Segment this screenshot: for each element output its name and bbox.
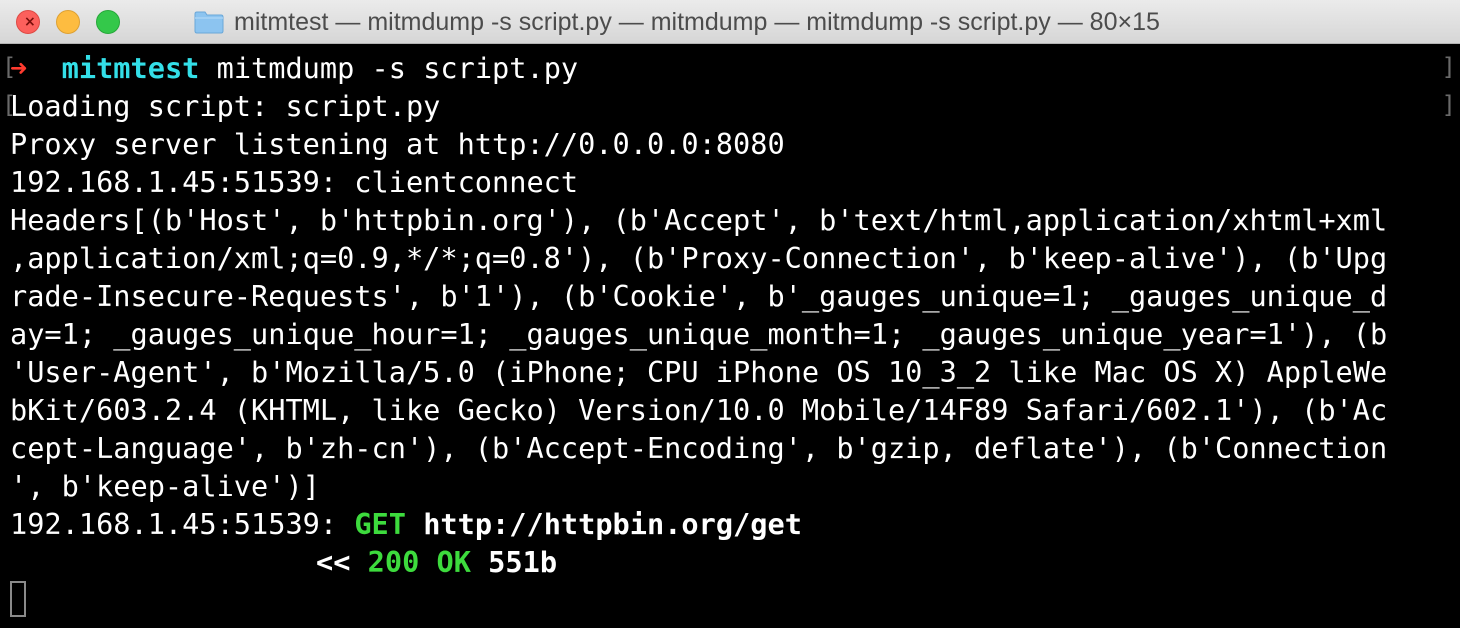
terminal-cursor	[10, 581, 26, 617]
terminal-content[interactable]: [ ] [ ] ➜ mitmtest mitmdump -s script.py…	[0, 45, 1460, 628]
prompt-arrow-icon: ➜	[10, 51, 28, 85]
output-headers-line: Headers[(b'Host', b'httpbin.org'), (b'Ac…	[10, 203, 1388, 237]
output-headers-line: 'User-Agent', b'Mozilla/5.0 (iPhone; CPU…	[10, 355, 1388, 389]
output-headers-line: ', b'keep-alive')]	[10, 469, 320, 503]
output-headers-line: cept-Language', b'zh-cn'), (b'Accept-Enc…	[10, 431, 1388, 465]
response-status: 200 OK	[367, 545, 471, 579]
prompt-line: ➜ mitmtest mitmdump -s script.py	[10, 49, 578, 87]
close-x-icon: ×	[24, 14, 36, 30]
output-headers-line: ay=1; _gauges_unique_hour=1; _gauges_uni…	[10, 317, 1388, 351]
zoom-button[interactable]	[96, 10, 120, 34]
output-clientconnect: 192.168.1.45:51539: clientconnect	[10, 165, 579, 199]
terminal-window: × mitmtest — mitmdump -s script.py — mit…	[0, 0, 1460, 628]
title-bar[interactable]: × mitmtest — mitmdump -s script.py — mit…	[0, 0, 1460, 44]
request-method: GET	[354, 507, 406, 541]
output-headers-line: ,application/xml;q=0.9,*/*;q=0.8'), (b'P…	[10, 241, 1388, 275]
output-headers-line: bKit/603.2.4 (KHTML, like Gecko) Version…	[10, 393, 1388, 427]
prompt-directory: mitmtest	[61, 51, 200, 85]
selection-bracket-right: ]	[1441, 53, 1456, 81]
close-button[interactable]: ×	[16, 10, 40, 34]
output-headers-line: rade-Insecure-Requests', b'1'), (b'Cooki…	[10, 279, 1388, 313]
minimize-button[interactable]	[56, 10, 80, 34]
folder-icon	[194, 11, 224, 34]
request-url: http://httpbin.org/get	[423, 507, 802, 541]
response-size: 551b	[488, 545, 558, 579]
selection-bracket-right: ]	[1441, 91, 1456, 119]
output-request-line: 192.168.1.45:51539: GET http://httpbin.o…	[10, 505, 802, 543]
window-title: mitmtest — mitmdump -s script.py — mitmd…	[234, 7, 1160, 36]
output-loading: Loading script: script.py	[10, 89, 441, 123]
output-proxy: Proxy server listening at http://0.0.0.0…	[10, 127, 785, 161]
prompt-command: mitmdump -s script.py	[216, 51, 579, 85]
output-response-line: << 200 OK 551b	[316, 543, 557, 581]
request-client: 192.168.1.45:51539:	[10, 507, 355, 541]
response-marker: <<	[316, 545, 351, 579]
window-title-group: mitmtest — mitmdump -s script.py — mitmd…	[194, 0, 1160, 44]
